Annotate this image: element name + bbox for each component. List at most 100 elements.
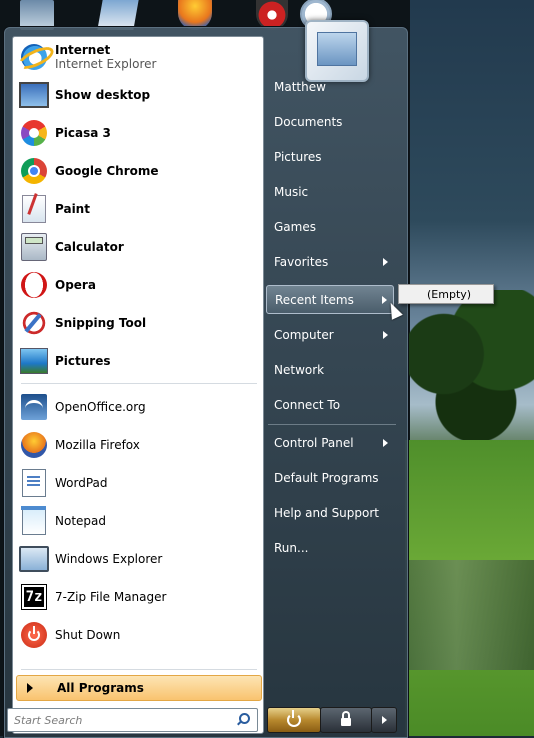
program-label: Picasa 3 xyxy=(55,126,111,140)
arrow-right-icon xyxy=(381,716,387,724)
arrow-right-icon xyxy=(27,683,33,693)
program-label: Notepad xyxy=(55,514,106,528)
right-item-matthew[interactable]: Matthew xyxy=(266,74,394,100)
chrome-icon xyxy=(21,158,47,184)
wordpad-icon xyxy=(22,469,46,497)
program-shut-down[interactable]: Shut Down xyxy=(16,617,260,653)
chevron-right-icon xyxy=(383,439,388,447)
internet-explorer-icon xyxy=(21,44,47,70)
shutdown-options-button[interactable] xyxy=(371,707,397,733)
program-windows-explorer[interactable]: Windows Explorer xyxy=(16,541,260,577)
right-item-label: Connect To xyxy=(274,398,341,412)
program-label: Pictures xyxy=(55,354,111,368)
program-label: OpenOffice.org xyxy=(55,400,146,414)
right-item-games[interactable]: Games xyxy=(266,214,394,240)
program-wordpad[interactable]: WordPad xyxy=(16,465,260,501)
program-notepad[interactable]: Notepad xyxy=(16,503,260,539)
program-label: Opera xyxy=(55,278,96,292)
desktop-icon-folder[interactable] xyxy=(20,0,54,30)
right-item-help-and-support[interactable]: Help and Support xyxy=(266,500,394,526)
picasa-icon xyxy=(21,120,47,146)
program-chrome[interactable]: Google Chrome xyxy=(16,153,260,189)
pictures-icon xyxy=(20,348,48,374)
right-item-label: Games xyxy=(274,220,316,234)
all-programs-button[interactable]: All Programs xyxy=(16,675,262,701)
program-snipping-tool[interactable]: Snipping Tool xyxy=(16,305,260,341)
right-item-music[interactable]: Music xyxy=(266,179,394,205)
user-picture xyxy=(305,20,369,82)
separator xyxy=(268,424,396,425)
program-opera[interactable]: Opera xyxy=(16,267,260,303)
search-icon[interactable] xyxy=(236,713,250,727)
program-label: Snipping Tool xyxy=(55,316,147,330)
right-item-label: Default Programs xyxy=(274,471,379,485)
program-openoffice[interactable]: OpenOffice.org xyxy=(16,389,260,425)
program-sublabel: Internet Explorer xyxy=(55,57,157,71)
all-programs-label: All Programs xyxy=(57,681,144,695)
right-item-default-programs[interactable]: Default Programs xyxy=(266,465,394,491)
lock-button[interactable] xyxy=(320,707,372,733)
shutdown-button[interactable] xyxy=(267,707,321,733)
right-item-documents[interactable]: Documents xyxy=(266,109,394,135)
right-item-label: Favorites xyxy=(274,255,329,269)
program-firefox[interactable]: Mozilla Firefox xyxy=(16,427,260,463)
start-search-box[interactable] xyxy=(7,708,258,732)
notepad-icon xyxy=(21,506,46,535)
program-label: 7-Zip File Manager xyxy=(55,590,167,604)
programs-pane: Internet Internet Explorer Show desktop … xyxy=(12,36,264,734)
program-7zip[interactable]: 7z 7-Zip File Manager xyxy=(16,579,260,615)
paint-icon xyxy=(22,195,46,223)
7zip-icon: 7z xyxy=(21,584,47,610)
right-item-label: Network xyxy=(274,363,325,377)
right-item-label: Documents xyxy=(274,115,343,129)
opera-icon xyxy=(21,272,47,298)
program-calculator[interactable]: Calculator xyxy=(16,229,260,265)
desktop-icon-picture[interactable] xyxy=(97,0,139,30)
right-item-label: Music xyxy=(274,185,309,199)
program-show-desktop[interactable]: Show desktop xyxy=(16,77,260,113)
flyout-empty-label: (Empty) xyxy=(427,287,472,301)
chevron-right-icon xyxy=(383,258,388,266)
program-label: Calculator xyxy=(55,240,124,254)
separator xyxy=(21,383,257,384)
program-picasa[interactable]: Picasa 3 xyxy=(16,115,260,151)
right-item-label: Run... xyxy=(274,541,309,555)
separator xyxy=(21,669,257,670)
lock-icon xyxy=(341,711,351,726)
right-item-connect-to[interactable]: Connect To xyxy=(266,392,394,418)
right-item-recent-items[interactable]: Recent Items xyxy=(266,285,394,314)
show-desktop-icon xyxy=(19,82,49,108)
right-item-label: Control Panel xyxy=(274,436,354,450)
right-item-computer[interactable]: Computer xyxy=(266,322,394,348)
calculator-icon xyxy=(21,233,47,261)
right-item-label: Pictures xyxy=(274,150,322,164)
power-icon xyxy=(287,710,301,727)
right-item-label: Help and Support xyxy=(274,506,379,520)
right-item-label: Matthew xyxy=(274,80,326,94)
program-label: WordPad xyxy=(55,476,108,490)
program-pictures[interactable]: Pictures xyxy=(16,343,260,379)
program-label: Windows Explorer xyxy=(55,552,163,566)
right-item-favorites[interactable]: Favorites xyxy=(266,249,394,275)
search-input[interactable] xyxy=(8,712,236,728)
snipping-tool-icon xyxy=(21,310,47,336)
program-label: Shut Down xyxy=(55,628,121,642)
right-item-network[interactable]: Network xyxy=(266,357,394,383)
right-item-label: Recent Items xyxy=(275,292,354,307)
program-label: Paint xyxy=(55,202,90,216)
chevron-right-icon xyxy=(382,296,387,304)
recent-items-flyout: (Empty) xyxy=(398,284,494,304)
right-item-label: Computer xyxy=(274,328,334,342)
program-internet[interactable]: Internet Internet Explorer xyxy=(16,39,260,75)
openoffice-icon xyxy=(21,394,47,420)
chevron-right-icon xyxy=(383,331,388,339)
firefox-icon xyxy=(21,432,47,458)
right-item-control-panel[interactable]: Control Panel xyxy=(266,430,394,456)
program-paint[interactable]: Paint xyxy=(16,191,260,227)
program-label: Internet xyxy=(55,43,111,57)
program-label: Mozilla Firefox xyxy=(55,438,140,452)
right-item-run[interactable]: Run... xyxy=(266,535,394,561)
right-item-pictures[interactable]: Pictures xyxy=(266,144,394,170)
wallpaper-trees xyxy=(405,290,534,450)
program-label: Google Chrome xyxy=(55,164,159,178)
